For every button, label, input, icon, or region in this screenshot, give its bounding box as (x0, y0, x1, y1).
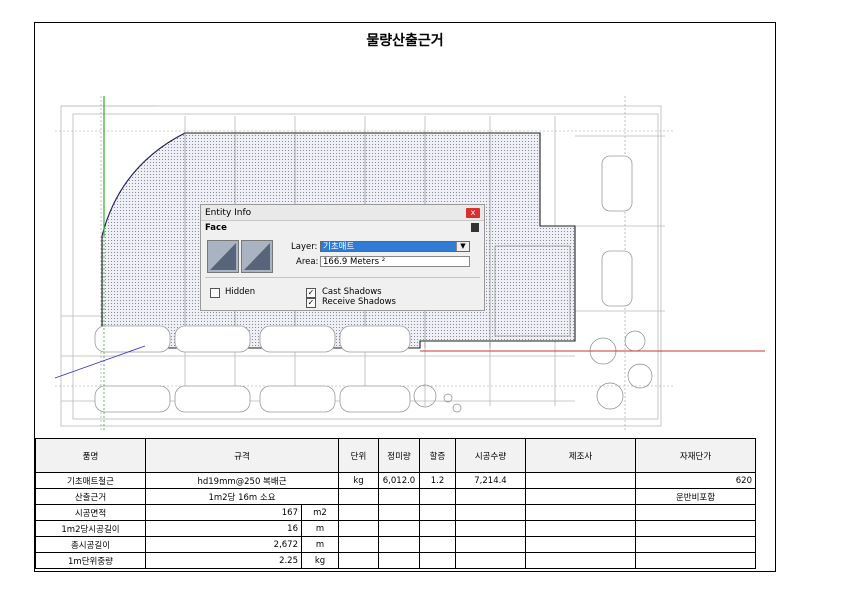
price-note: 운반비포함 (635, 488, 756, 505)
cad-drawing: Entity Info x Face Layer: 기초매트 ▼ Area: 1… (35, 56, 775, 438)
calc-value: 167 (145, 504, 302, 521)
header-cell: 자재단가 (635, 438, 756, 473)
basis-spec: 1m2당 16m 소요 (145, 488, 339, 505)
header-cell: 제조사 (525, 438, 636, 473)
calc-label: 시공면적 (35, 504, 146, 521)
cast-shadows-checkbox[interactable]: ✓ (306, 288, 316, 298)
header-cell: 시공수량 (455, 438, 526, 473)
table-row: 1m단위중량 2.25 kg (35, 552, 756, 569)
item-spec: hd19mm@250 복배근 (145, 472, 339, 489)
front-material-swatch[interactable] (207, 240, 239, 273)
table-row: 기초매트철근 hd19mm@250 복배근 kg 6,012.0 1.2 7,2… (35, 472, 756, 489)
item-unit: kg (338, 472, 379, 489)
calc-label: 1m단위중량 (35, 552, 146, 569)
calc-unit: m (301, 536, 339, 553)
chevron-down-icon[interactable]: ▼ (456, 242, 469, 251)
calculation-sheet: 물량산출근거 Entity Info x Face Layer: 기초매트 ▼ … (34, 22, 776, 572)
calc-label: 총시공길이 (35, 536, 146, 553)
table-header-row: 품명 규격 단위 정미량 할증 시공수량 제조사 자재단가 (35, 438, 756, 473)
dialog-title: Entity Info (201, 205, 484, 221)
entity-info-dialog: Entity Info x Face Layer: 기초매트 ▼ Area: 1… (200, 204, 485, 311)
layer-select[interactable]: 기초매트 ▼ (320, 241, 470, 252)
sheet-title: 물량산출근거 (35, 23, 775, 57)
basis-label: 산출근거 (35, 488, 146, 505)
table-row: 시공면적 167 m2 (35, 504, 756, 521)
header-cell: 품명 (35, 438, 146, 473)
table-row: 산출근거 1m2당 16m 소요 운반비포함 (35, 488, 756, 505)
pin-icon[interactable] (471, 223, 479, 232)
item-maker (525, 472, 636, 489)
table-row: 총시공길이 2,672 m (35, 536, 756, 553)
quantity-table: 품명 규격 단위 정미량 할증 시공수량 제조사 자재단가 기초매트철근 hd1… (35, 438, 756, 569)
item-unit-price: 620 (635, 472, 756, 489)
item-net-qty: 6,012.0 (378, 472, 420, 489)
calc-value: 2.25 (145, 552, 302, 569)
item-extra-rate: 1.2 (419, 472, 456, 489)
cast-shadows-label: Cast Shadows (322, 287, 382, 297)
hidden-checkbox[interactable] (210, 288, 220, 298)
hidden-label: Hidden (225, 287, 256, 297)
item-construction-qty: 7,214.4 (455, 472, 526, 489)
back-material-swatch[interactable] (241, 240, 273, 273)
receive-shadows-label: Receive Shadows (322, 297, 396, 307)
table-row: 1m2당시공길이 16 m (35, 520, 756, 537)
calc-unit: m2 (301, 504, 339, 521)
item-name: 기초매트철근 (35, 472, 146, 489)
area-field: 166.9 Meters ² (320, 256, 470, 267)
dialog-divider (205, 277, 480, 278)
entity-type-label: Face (205, 223, 227, 233)
area-label: Area: (296, 257, 319, 267)
receive-shadows-checkbox[interactable]: ✓ (306, 298, 316, 308)
calc-label: 1m2당시공길이 (35, 520, 146, 537)
calc-unit: m (301, 520, 339, 537)
header-cell: 정미량 (378, 438, 420, 473)
header-cell: 할증 (419, 438, 456, 473)
calc-value: 16 (145, 520, 302, 537)
close-button[interactable]: x (466, 208, 480, 218)
calc-value: 2,672 (145, 536, 302, 553)
calc-unit: kg (301, 552, 339, 569)
header-cell: 단위 (338, 438, 379, 473)
layer-label: Layer: (291, 242, 318, 252)
layer-value: 기초매트 (323, 242, 355, 252)
header-cell: 규격 (145, 438, 339, 473)
